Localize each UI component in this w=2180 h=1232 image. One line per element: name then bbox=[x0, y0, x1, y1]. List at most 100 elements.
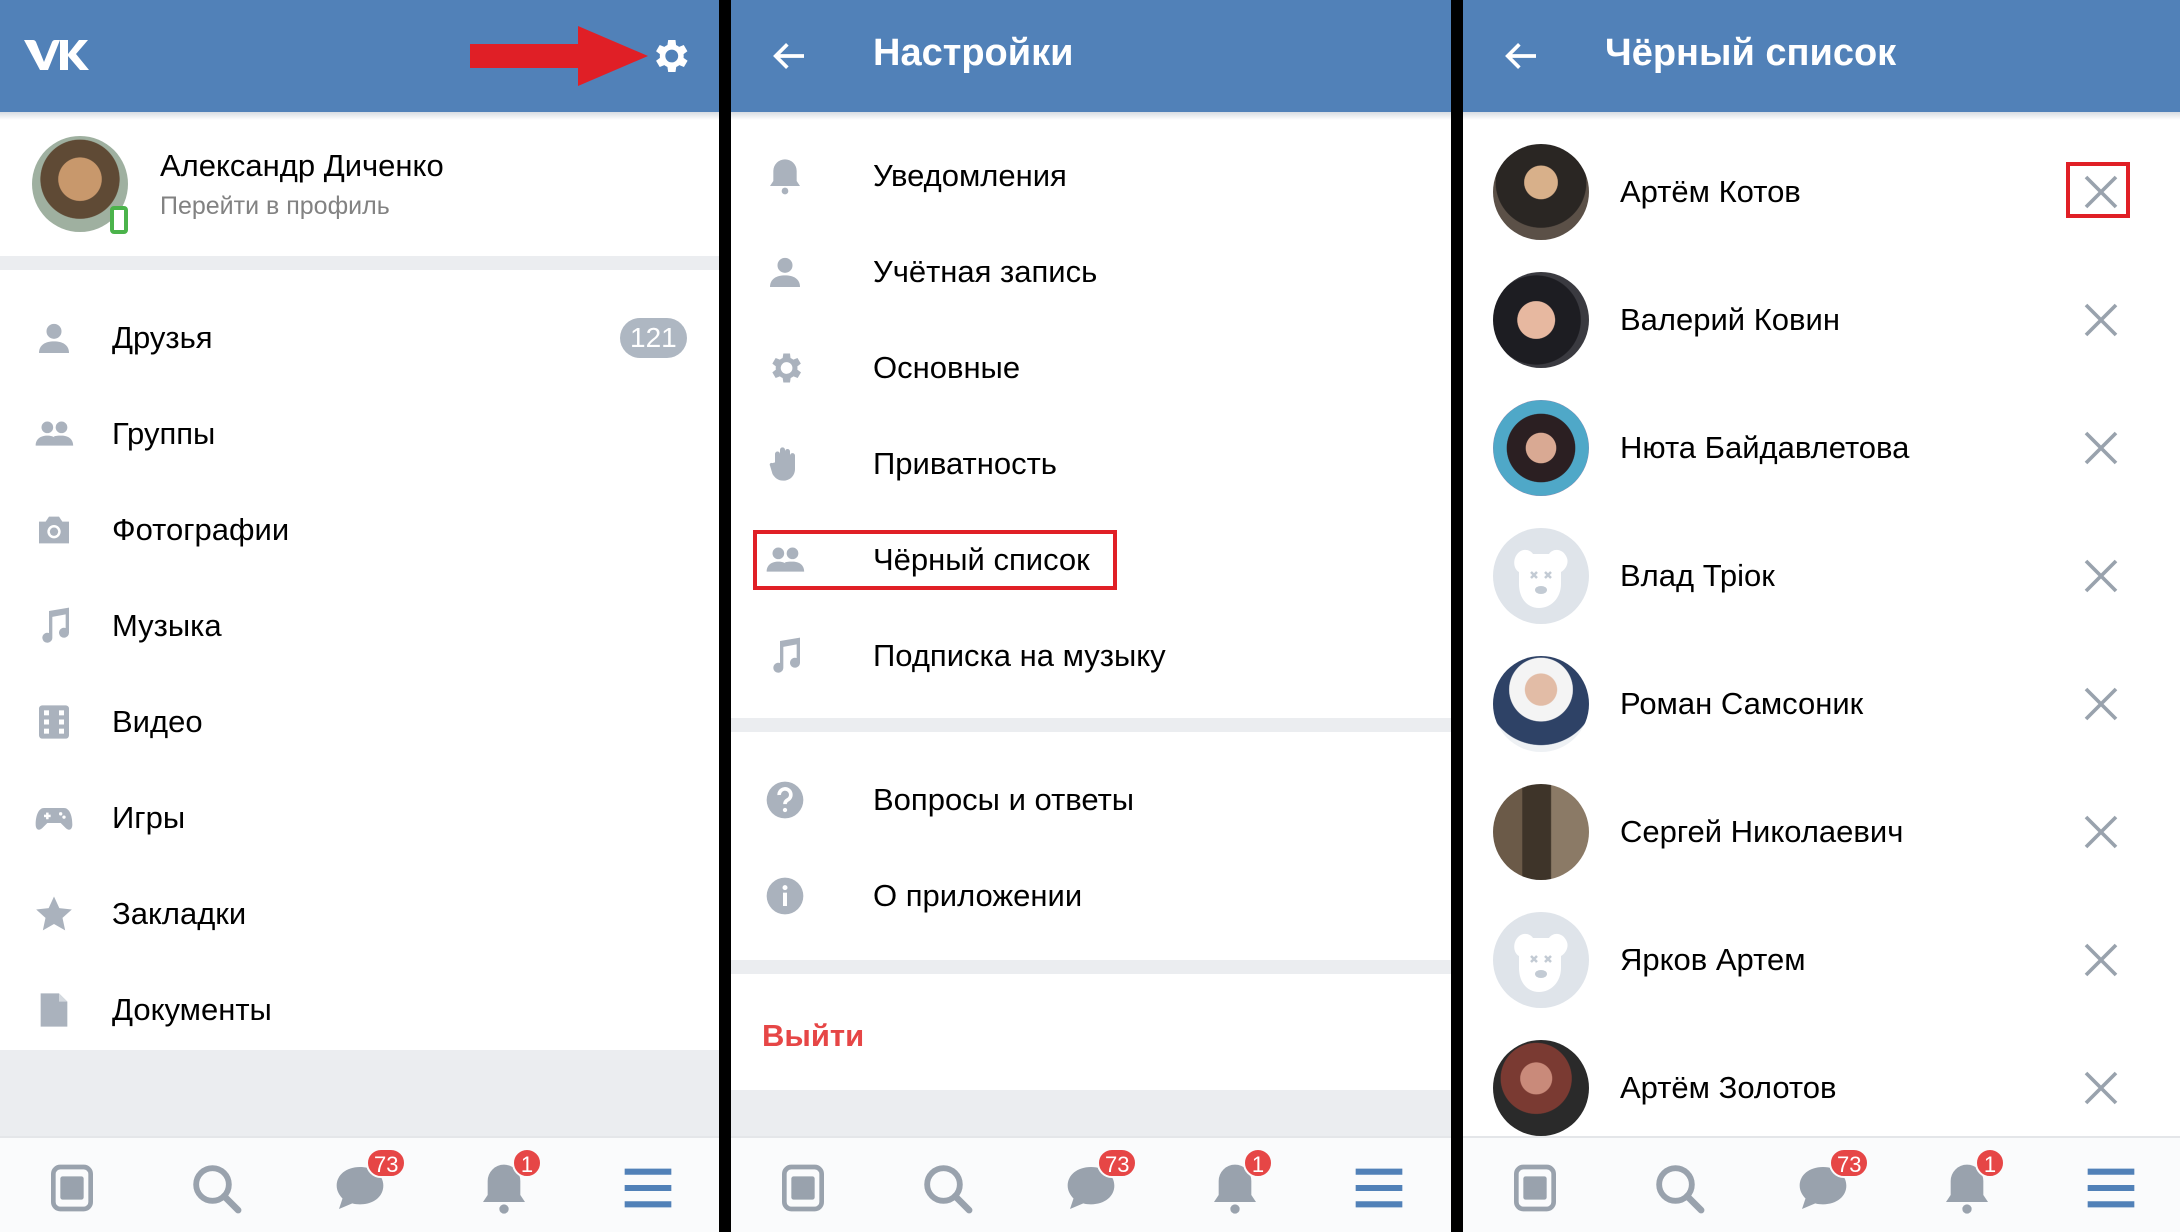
notifications-badge: 1 bbox=[1243, 1148, 1273, 1178]
settings-item-music-subscription[interactable]: Подписка на музыку bbox=[731, 608, 1451, 704]
tab-bar: 73 1 bbox=[0, 1136, 719, 1232]
blacklist-row[interactable]: Валерий Ковин bbox=[1463, 256, 2180, 384]
settings-item-account[interactable]: Учётная запись bbox=[731, 224, 1451, 320]
close-icon[interactable] bbox=[2081, 812, 2121, 852]
settings-item-general[interactable]: Основные bbox=[731, 320, 1451, 416]
star-icon bbox=[36, 896, 72, 931]
avatar[interactable] bbox=[1493, 1040, 1589, 1136]
bottom-fill bbox=[731, 1090, 1451, 1136]
blacklist-row[interactable]: Артём Котов bbox=[1463, 128, 2180, 256]
menu-item-documents[interactable]: Документы bbox=[0, 962, 719, 1058]
menu-item-friends[interactable]: Друзья 121 bbox=[0, 290, 719, 386]
close-icon[interactable] bbox=[2081, 428, 2121, 468]
settings-label: Приватность bbox=[873, 446, 1057, 481]
avatar[interactable] bbox=[1493, 528, 1589, 624]
close-icon[interactable] bbox=[2081, 684, 2121, 724]
tab-bar: 73 1 bbox=[1463, 1136, 2180, 1232]
menu-item-bookmarks[interactable]: Закладки bbox=[0, 866, 719, 962]
user-name[interactable]: Влад Тріок bbox=[1620, 558, 1775, 594]
user-name[interactable]: Валерий Ковин bbox=[1620, 302, 1840, 338]
music-note-icon bbox=[42, 607, 70, 643]
back-arrow-icon[interactable] bbox=[1499, 36, 1543, 76]
menu-label: Игры bbox=[112, 800, 186, 835]
news-icon[interactable] bbox=[775, 1160, 831, 1216]
blacklist-row[interactable]: Нюта Байдавлетова bbox=[1463, 384, 2180, 512]
menu-label: Друзья bbox=[112, 320, 213, 355]
close-icon[interactable] bbox=[2081, 1068, 2121, 1108]
close-icon[interactable] bbox=[2081, 940, 2121, 980]
film-icon bbox=[39, 705, 69, 739]
settings-item-notifications[interactable]: Уведомления bbox=[731, 128, 1451, 224]
avatar[interactable] bbox=[1493, 272, 1589, 368]
avatar[interactable] bbox=[1493, 144, 1589, 240]
deactivated-dog-icon bbox=[1514, 549, 1568, 608]
gear-icon bbox=[772, 353, 801, 383]
avatar[interactable] bbox=[1493, 784, 1589, 880]
camera-icon bbox=[39, 516, 69, 544]
hand-icon bbox=[769, 447, 795, 481]
deactivated-dog-icon bbox=[1514, 933, 1568, 992]
blacklist-row[interactable]: Влад Тріок bbox=[1463, 512, 2180, 640]
search-icon[interactable] bbox=[919, 1160, 975, 1216]
avatar[interactable] bbox=[1493, 400, 1589, 496]
blacklist-row[interactable]: Артём Золотов bbox=[1463, 1024, 2180, 1152]
news-icon[interactable] bbox=[44, 1160, 100, 1216]
menu-item-video[interactable]: Видео bbox=[0, 674, 719, 770]
user-name[interactable]: Нюта Байдавлетова bbox=[1620, 430, 1909, 466]
user-name[interactable]: Артём Золотов bbox=[1620, 1070, 1836, 1106]
close-icon[interactable] bbox=[2081, 300, 2121, 340]
remove-highlight-annotation bbox=[2066, 162, 2130, 218]
header bbox=[0, 0, 719, 112]
user-name[interactable]: Артём Котов bbox=[1620, 174, 1801, 210]
messages-badge: 73 bbox=[1829, 1148, 1870, 1178]
menu-icon[interactable] bbox=[1351, 1160, 1407, 1216]
close-icon[interactable] bbox=[2081, 556, 2121, 596]
search-icon[interactable] bbox=[188, 1160, 244, 1216]
friends-count-badge: 121 bbox=[620, 318, 687, 358]
menu-label: Видео bbox=[112, 704, 203, 739]
settings-item-privacy[interactable]: Приватность bbox=[731, 416, 1451, 512]
settings-item-about[interactable]: О приложении bbox=[731, 848, 1451, 944]
people-icon bbox=[35, 421, 74, 446]
menu-icon[interactable] bbox=[2083, 1160, 2139, 1216]
profile-name: Александр Диченко bbox=[160, 148, 444, 183]
blacklist-row[interactable]: Ярков Артем bbox=[1463, 896, 2180, 1024]
notifications-badge: 1 bbox=[1975, 1148, 2005, 1178]
header: Настройки bbox=[731, 0, 1451, 112]
avatar[interactable] bbox=[1493, 656, 1589, 752]
news-icon[interactable] bbox=[1507, 1160, 1563, 1216]
search-icon[interactable] bbox=[1651, 1160, 1707, 1216]
settings-label: Подписка на музыку bbox=[873, 638, 1166, 673]
back-arrow-icon[interactable] bbox=[767, 36, 811, 76]
header: Чёрный список bbox=[1463, 0, 2180, 112]
divider bbox=[731, 960, 1451, 974]
menu-item-groups[interactable]: Группы bbox=[0, 386, 719, 482]
red-arrow-annotation bbox=[470, 26, 648, 86]
page-title: Чёрный список bbox=[1605, 32, 1897, 74]
user-name[interactable]: Ярков Артем bbox=[1620, 942, 1806, 978]
main-menu-screen: Александр Диченко Перейти в профиль Друз… bbox=[0, 0, 719, 1232]
profile-card[interactable]: Александр Диченко Перейти в профиль bbox=[0, 120, 719, 256]
settings-item-faq[interactable]: Вопросы и ответы bbox=[731, 752, 1451, 848]
user-name[interactable]: Роман Самсоник bbox=[1620, 686, 1863, 722]
vk-logo[interactable] bbox=[22, 36, 90, 76]
gear-icon[interactable] bbox=[648, 34, 692, 78]
menu-item-games[interactable]: Игры bbox=[0, 770, 719, 866]
person-icon bbox=[770, 257, 800, 287]
gamepad-icon bbox=[35, 808, 73, 830]
mobile-online-icon bbox=[110, 206, 128, 234]
settings-label: Уведомления bbox=[873, 158, 1067, 193]
settings-label: Учётная запись bbox=[873, 254, 1098, 289]
user-name[interactable]: Сергей Николаевич bbox=[1620, 814, 1903, 850]
blacklist-row[interactable]: Сергей Николаевич bbox=[1463, 768, 2180, 896]
blacklist-row[interactable]: Роман Самсоник bbox=[1463, 640, 2180, 768]
menu-item-photos[interactable]: Фотографии bbox=[0, 482, 719, 578]
profile-link[interactable]: Перейти в профиль bbox=[160, 192, 390, 221]
avatar[interactable] bbox=[1493, 912, 1589, 1008]
menu-label: Группы bbox=[112, 416, 216, 451]
menu-item-music[interactable]: Музыка bbox=[0, 578, 719, 674]
menu-icon[interactable] bbox=[620, 1160, 676, 1216]
settings-label: Основные bbox=[873, 350, 1021, 385]
messages-badge: 73 bbox=[1097, 1148, 1138, 1178]
logout-button[interactable]: Выйти bbox=[762, 1018, 864, 1054]
